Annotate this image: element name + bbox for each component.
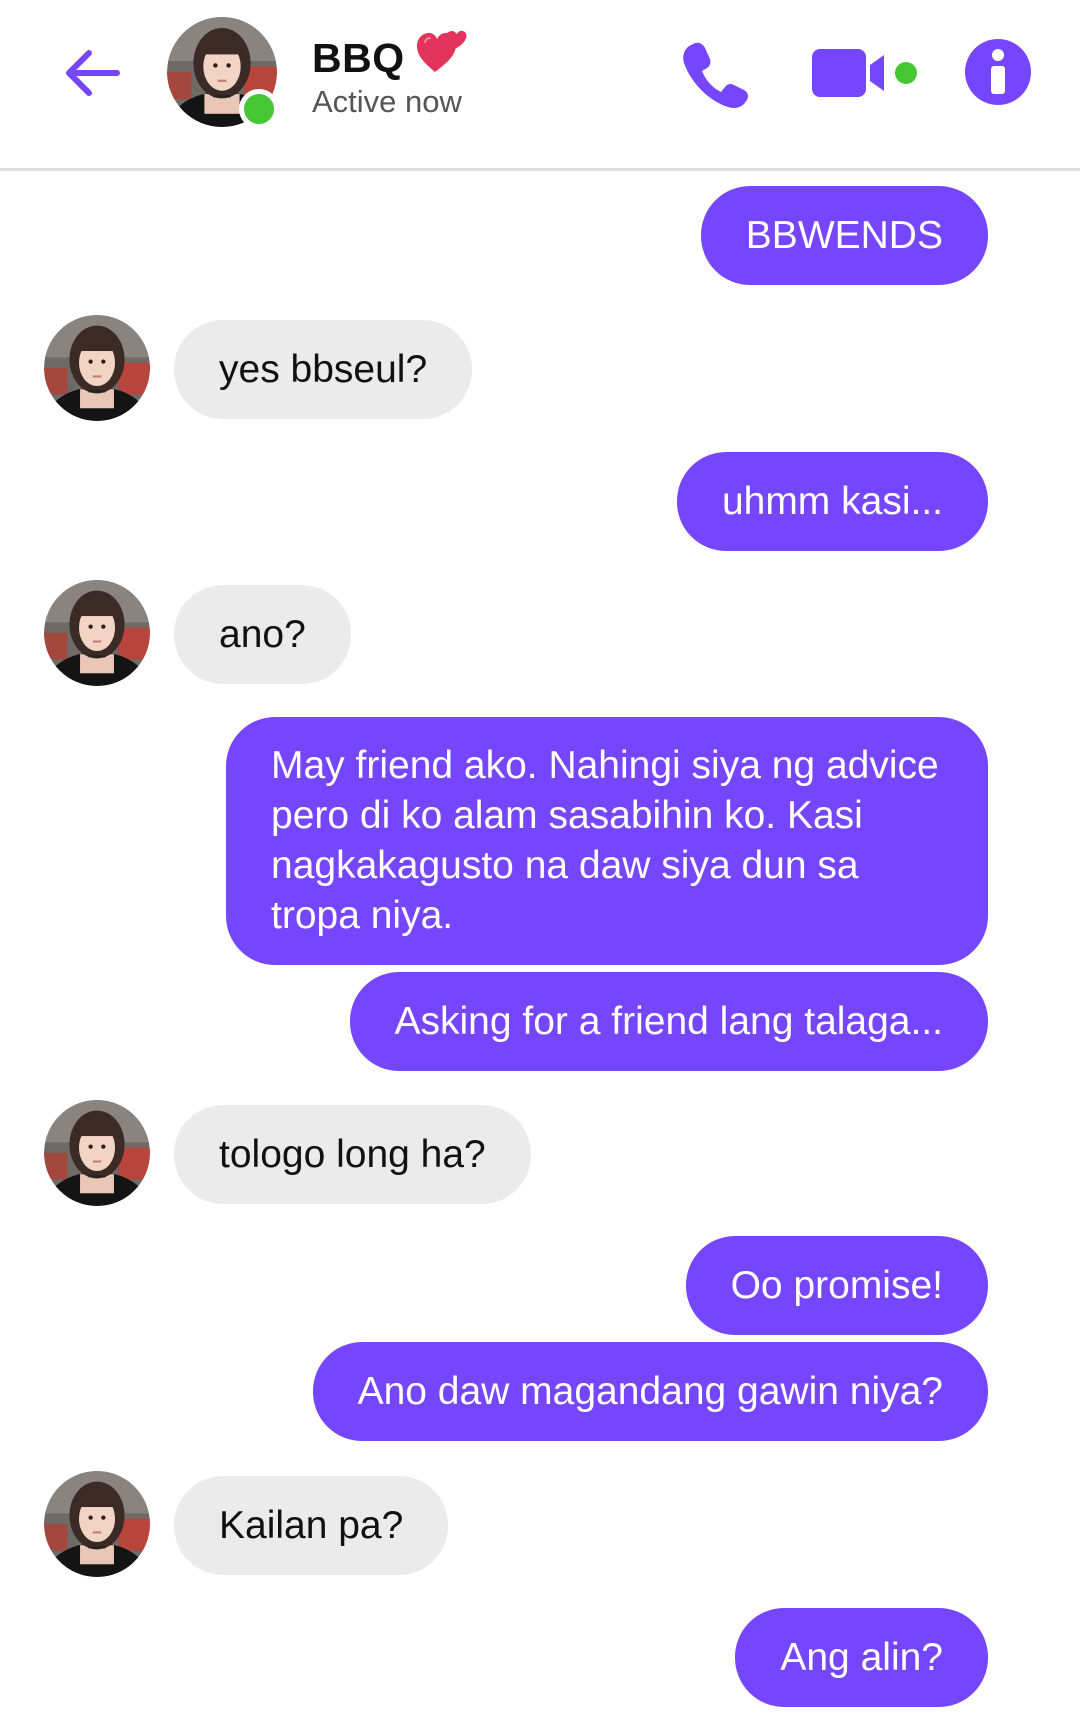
message-thread[interactable]: BBWENDS yes bbseul? uhmm kasi... ano? Ma… [0,171,1080,1722]
phone-icon [683,42,748,109]
contact-name[interactable]: BBQ [312,28,467,84]
info-button[interactable] [965,39,1031,105]
active-status: Active now [312,84,462,119]
incoming-message[interactable]: Kailan pa? [174,1476,449,1575]
sender-avatar[interactable] [44,1471,150,1577]
info-icon [991,49,1005,94]
two-hearts-icon [416,28,467,84]
conversation-header: BBQ Active now [0,0,1080,171]
sender-avatar[interactable] [44,1100,150,1206]
outgoing-message[interactable]: Oo promise! [685,1236,988,1335]
video-call-button[interactable] [812,45,917,101]
outgoing-message[interactable]: Ano daw magandang gawin niya? [312,1342,988,1441]
incoming-message[interactable]: yes bbseul? [174,320,473,419]
contact-name-text: BBQ [312,35,405,81]
sender-avatar[interactable] [44,315,150,421]
back-button[interactable] [58,38,128,108]
incoming-message[interactable]: tologo long ha? [174,1105,531,1204]
outgoing-message[interactable]: BBWENDS [700,186,988,285]
outgoing-message[interactable]: May friend ako. Nahingi siya ng advice p… [226,717,988,965]
video-camera-icon [812,49,917,97]
online-status-dot [239,89,279,129]
incoming-message[interactable]: ano? [174,585,351,684]
outgoing-message[interactable]: uhmm kasi... [676,452,988,551]
outgoing-message[interactable]: Asking for a friend lang talaga... [349,972,988,1071]
audio-call-button[interactable] [678,36,754,112]
contact-avatar[interactable] [167,17,279,129]
sender-avatar[interactable] [44,580,150,686]
arrow-left-icon [66,50,120,96]
outgoing-message[interactable]: Ang alin? [735,1608,988,1707]
